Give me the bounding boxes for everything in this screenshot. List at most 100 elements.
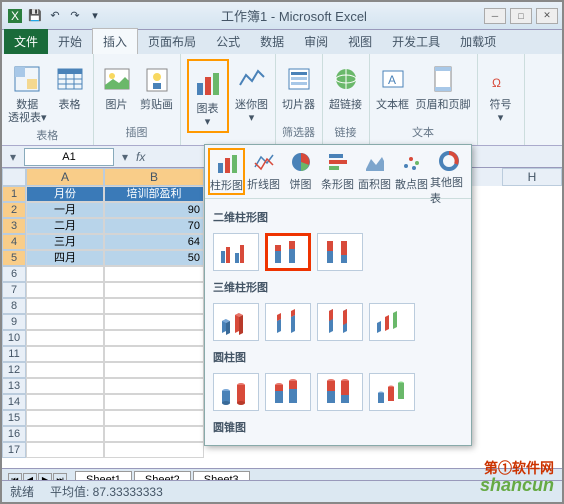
cell[interactable] [26,442,104,458]
cell[interactable] [104,346,204,362]
row-header[interactable]: 15 [2,410,26,426]
cell[interactable] [26,410,104,426]
save-icon[interactable]: 💾 [26,7,44,25]
cell[interactable] [26,314,104,330]
cell[interactable] [104,282,204,298]
namebox-dropdown-icon[interactable]: ▾ [6,150,20,164]
cell[interactable] [104,298,204,314]
textbox-button[interactable]: A 文本框 [376,59,410,112]
cell[interactable]: 64 [104,234,204,250]
chart-type-bar[interactable]: 条形图 [319,148,356,195]
chart-thumb-3d2[interactable] [265,303,311,341]
sparkline-button[interactable]: 迷你图▾ [235,59,269,125]
cell[interactable] [104,394,204,410]
row-header[interactable]: 5 [2,250,26,266]
cell[interactable] [104,442,204,458]
chart-thumb-cyl4[interactable] [369,373,415,411]
chart-thumb-3d1[interactable] [213,303,259,341]
close-button[interactable]: ✕ [536,8,558,24]
clipart-button[interactable]: 剪贴画 [140,59,174,112]
cell[interactable] [104,410,204,426]
chart-thumb-cyl1[interactable] [213,373,259,411]
cell[interactable] [26,282,104,298]
name-box[interactable]: A1 [24,148,114,166]
cell[interactable] [104,426,204,442]
cell[interactable] [26,362,104,378]
cell[interactable] [26,266,104,282]
tab-view[interactable]: 视图 [338,29,382,54]
chart-type-area[interactable]: 面积图 [356,148,393,195]
row-header[interactable]: 7 [2,282,26,298]
maximize-button[interactable]: □ [510,8,532,24]
minimize-button[interactable]: ─ [484,8,506,24]
tab-data[interactable]: 数据 [250,29,294,54]
picture-button[interactable]: 图片 [100,59,134,112]
cell[interactable] [104,378,204,394]
cell[interactable] [26,426,104,442]
excel-icon[interactable]: X [6,7,24,25]
tab-addin[interactable]: 加载项 [450,29,506,54]
row-header[interactable]: 2 [2,202,26,218]
cell[interactable]: 50 [104,250,204,266]
cell[interactable]: 月份 [26,186,104,202]
chart-thumb-cyl3[interactable] [317,373,363,411]
cell[interactable]: 培训部盈利 [104,186,204,202]
slicer-button[interactable]: 切片器 [282,59,316,112]
row-header[interactable]: 16 [2,426,26,442]
row-header[interactable]: 8 [2,298,26,314]
cell[interactable] [104,266,204,282]
chart-type-line[interactable]: 折线图 [245,148,282,195]
col-header[interactable]: A [26,168,104,186]
select-all-corner[interactable] [2,168,26,186]
row-header[interactable]: 9 [2,314,26,330]
row-header[interactable]: 1 [2,186,26,202]
row-header[interactable]: 3 [2,218,26,234]
tab-file[interactable]: 文件 [4,29,48,54]
cell[interactable]: 70 [104,218,204,234]
chart-thumb-3d3[interactable] [317,303,363,341]
headerfooter-button[interactable]: 页眉和页脚 [416,59,471,112]
col-header[interactable]: H [502,168,562,186]
tab-review[interactable]: 审阅 [294,29,338,54]
cell[interactable] [104,362,204,378]
cell[interactable] [26,330,104,346]
cell[interactable]: 90 [104,202,204,218]
chart-type-pie[interactable]: 饼图 [282,148,319,195]
cell[interactable] [26,394,104,410]
symbol-button[interactable]: Ω 符号▾ [484,59,518,125]
col-header[interactable]: B [104,168,204,186]
chart-type-other[interactable]: 其他图表 [430,148,467,195]
chart-type-column[interactable]: 柱形图 [208,148,245,195]
fx-icon[interactable]: fx [136,150,152,164]
cell[interactable] [26,298,104,314]
row-header[interactable]: 4 [2,234,26,250]
row-header[interactable]: 6 [2,266,26,282]
qat-dropdown-icon[interactable]: ▾ [86,7,104,25]
redo-icon[interactable]: ↷ [66,7,84,25]
chart-type-scatter[interactable]: 散点图 [393,148,430,195]
cell[interactable]: 一月 [26,202,104,218]
cell[interactable] [26,346,104,362]
cell[interactable] [104,330,204,346]
tab-dev[interactable]: 开发工具 [382,29,450,54]
cell[interactable] [104,314,204,330]
chart-thumb-cyl2[interactable] [265,373,311,411]
row-header[interactable]: 14 [2,394,26,410]
chart-thumb-stacked[interactable] [265,233,311,271]
row-header[interactable]: 12 [2,362,26,378]
namebox-arrow-icon[interactable]: ▾ [118,150,132,164]
tab-formula[interactable]: 公式 [206,29,250,54]
cell[interactable]: 四月 [26,250,104,266]
tab-layout[interactable]: 页面布局 [138,29,206,54]
chart-thumb-clustered[interactable] [213,233,259,271]
chart-button[interactable]: 图表▾ [187,59,229,133]
row-header[interactable]: 10 [2,330,26,346]
cell[interactable]: 三月 [26,234,104,250]
chart-thumb-3d4[interactable] [369,303,415,341]
row-header[interactable]: 11 [2,346,26,362]
tab-home[interactable]: 开始 [48,29,92,54]
cell[interactable]: 二月 [26,218,104,234]
tab-insert[interactable]: 插入 [92,28,138,54]
hyperlink-button[interactable]: 超链接 [329,59,363,112]
row-header[interactable]: 13 [2,378,26,394]
